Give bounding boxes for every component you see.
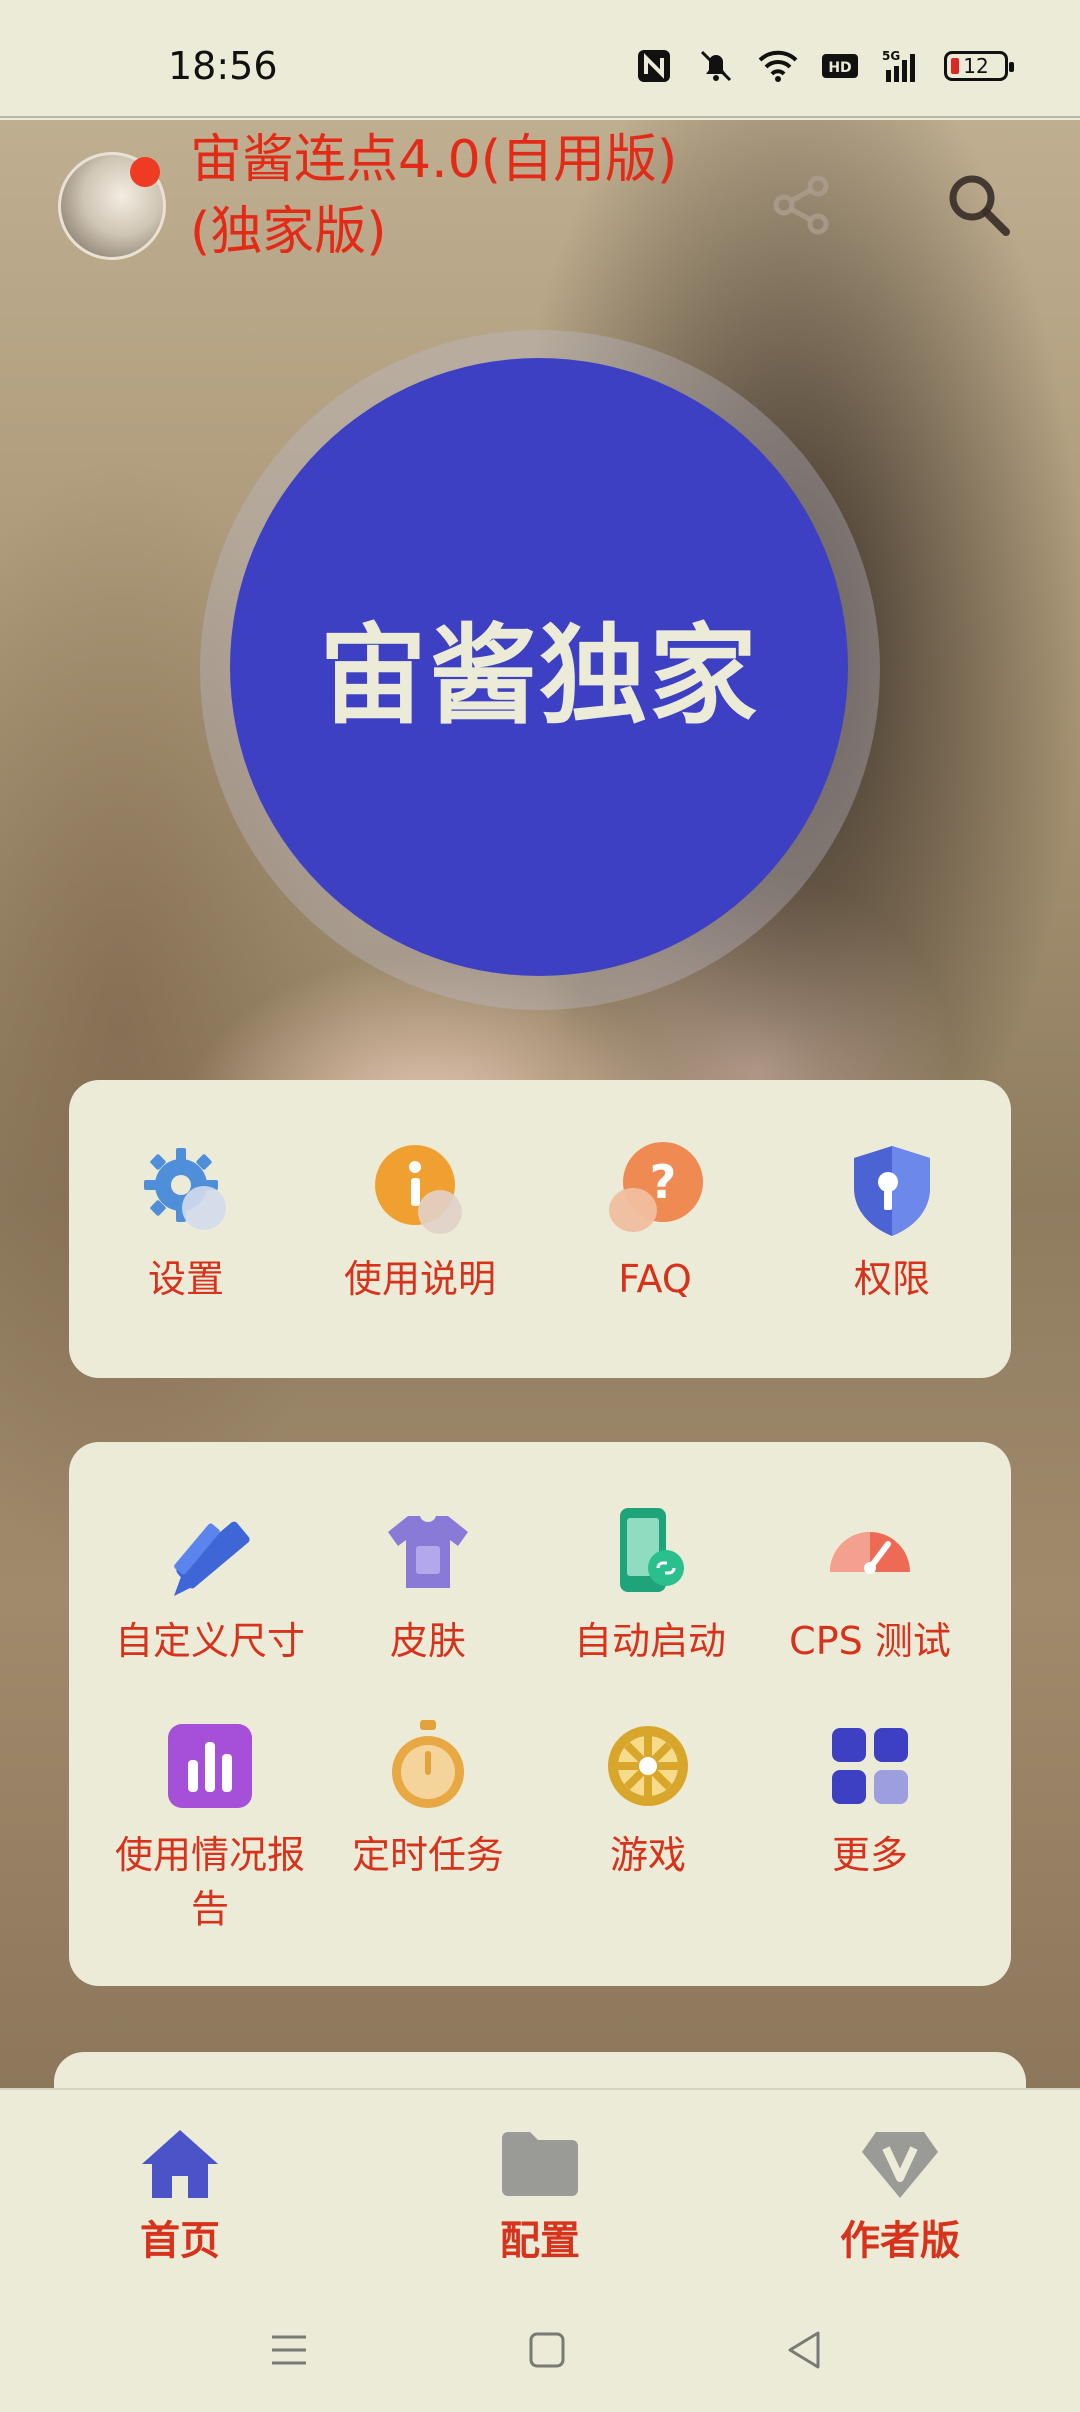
share-icon[interactable]: [766, 170, 836, 240]
nav-label: 配置: [500, 2218, 580, 2264]
search-icon[interactable]: [944, 170, 1014, 240]
menu-item-game[interactable]: 游戏: [578, 1716, 718, 1882]
stopwatch-icon: [392, 1720, 464, 1808]
nav-config[interactable]: 配置: [430, 2126, 650, 2266]
nav-label: 首页: [140, 2218, 220, 2264]
wheel-icon: [608, 1726, 688, 1806]
menu-item-settings[interactable]: 设置: [116, 1140, 256, 1306]
nav-author-edition[interactable]: 作者版: [790, 2126, 1010, 2266]
speedometer-icon: [830, 1532, 910, 1574]
grid-icon: [832, 1728, 908, 1804]
status-bar: 18:56 HD 5G 12: [0, 0, 1080, 118]
menu-item-label: 权限: [853, 1257, 930, 1301]
menu-item-label: CPS 测试: [789, 1619, 951, 1663]
menu-item-label: 更多: [831, 1833, 908, 1877]
bar-chart-icon: [168, 1724, 252, 1808]
menu-item-label: 定时任务: [351, 1833, 504, 1877]
wifi-icon: [758, 50, 798, 82]
menu-item-instructions[interactable]: 使用说明: [330, 1140, 510, 1306]
menu-item-custom-size[interactable]: 自定义尺寸: [100, 1502, 320, 1668]
svg-text:HD: HD: [828, 60, 851, 76]
menu-item-scheduled-task[interactable]: 定时任务: [338, 1716, 518, 1882]
gear-icon: [144, 1148, 226, 1230]
menu-item-label: 皮肤: [389, 1619, 466, 1663]
menu-item-skin[interactable]: 皮肤: [358, 1502, 498, 1668]
menu-item-auto-start[interactable]: 自动启动: [555, 1502, 745, 1668]
menu-item-label: FAQ: [618, 1257, 692, 1301]
info-icon: [375, 1145, 462, 1234]
menu-item-cps-test[interactable]: CPS 测试: [775, 1502, 965, 1668]
question-icon: ?: [609, 1142, 703, 1232]
main-button-label: 宙酱独家: [318, 614, 759, 739]
menu-item-more[interactable]: 更多: [800, 1716, 940, 1882]
status-icons: HD 5G 12: [634, 48, 1014, 84]
menu-item-label: 游戏: [609, 1833, 686, 1877]
menu-item-label: 自动启动: [573, 1619, 726, 1663]
diamond-v-icon: [862, 2132, 938, 2198]
home-icon: [142, 2130, 218, 2198]
notification-dot: [130, 157, 160, 187]
nav-label: 作者版: [840, 2218, 960, 2264]
app-title: 宙酱连点4.0(自用版)(独家版): [190, 130, 678, 262]
hd-icon: HD: [822, 54, 858, 78]
signal-5g-icon: 5G: [882, 49, 915, 82]
menu-item-usage-report[interactable]: 使用情况报告: [100, 1716, 320, 1936]
status-time: 18:56: [168, 44, 278, 88]
menu-item-label: 自定义尺寸: [114, 1619, 305, 1663]
battery-level: 12: [963, 54, 989, 78]
ruler-pencil-icon: [174, 1521, 250, 1596]
folder-icon: [502, 2132, 578, 2196]
menu-item-label: 设置: [147, 1257, 224, 1301]
tshirt-icon: [388, 1516, 468, 1588]
menu-icon[interactable]: [264, 2325, 314, 2375]
menu-item-label: 使用情况报告: [114, 1833, 305, 1931]
menu-item-permissions[interactable]: 权限: [822, 1140, 962, 1306]
nav-home[interactable]: 首页: [70, 2126, 290, 2266]
shield-key-icon: [854, 1146, 930, 1236]
svg-text:5G: 5G: [882, 49, 900, 63]
menu-item-faq[interactable]: ? FAQ: [585, 1140, 725, 1306]
back-icon[interactable]: [780, 2325, 830, 2375]
main-start-button[interactable]: 宙酱独家: [230, 358, 848, 976]
home-square-icon[interactable]: [522, 2325, 572, 2375]
mute-icon: [700, 50, 732, 82]
battery-icon: 12: [944, 51, 1014, 81]
menu-item-label: 使用说明: [343, 1257, 496, 1301]
nfc-icon: [638, 50, 670, 82]
phone-link-icon: [620, 1508, 684, 1592]
